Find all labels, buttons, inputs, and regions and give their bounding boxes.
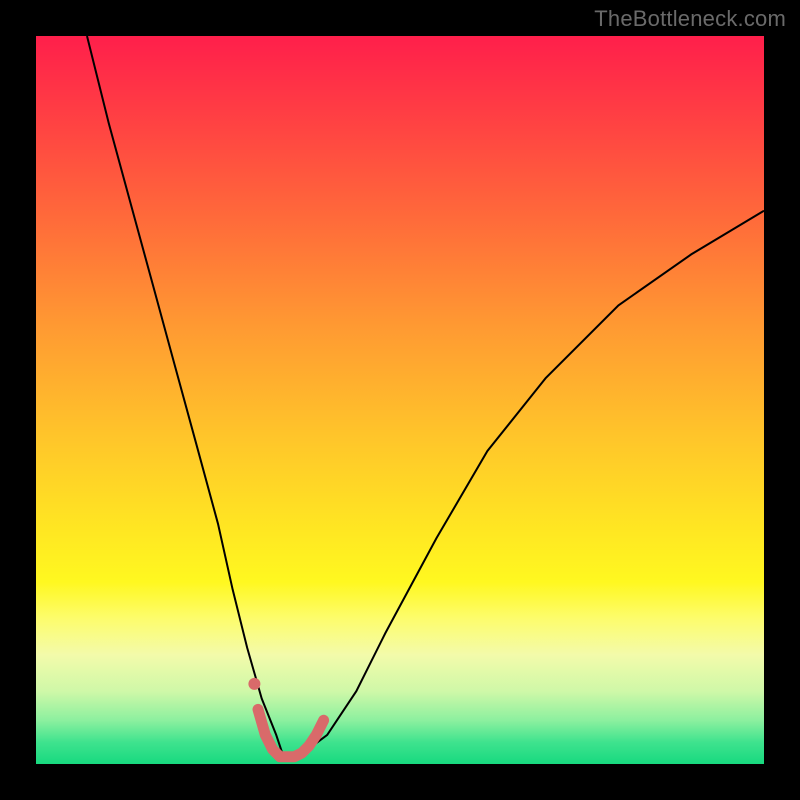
watermark-text: TheBottleneck.com [594, 6, 786, 32]
optimal-marker-dot [248, 678, 260, 690]
bottleneck-curve [87, 36, 764, 757]
chart-svg [36, 36, 764, 764]
plot-area [36, 36, 764, 764]
chart-frame: TheBottleneck.com [0, 0, 800, 800]
